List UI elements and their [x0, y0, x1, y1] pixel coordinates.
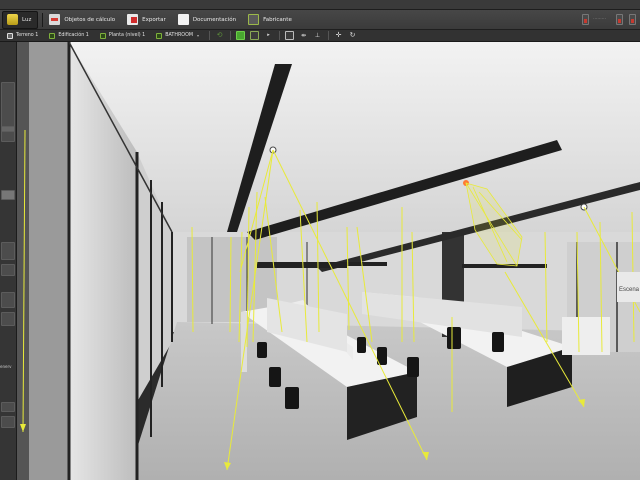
ribbon-separator [42, 12, 44, 27]
left-panel-button[interactable] [1, 292, 15, 308]
building-icon [49, 32, 56, 39]
manufacturer-icon [248, 14, 260, 25]
scroll-handle[interactable] [1, 126, 15, 132]
left-panel-label: enerv [0, 364, 12, 369]
shelf-unit [562, 317, 610, 355]
light-icon [7, 14, 18, 25]
left-panel-button[interactable] [1, 312, 15, 326]
dim-placeholder: ········· [593, 17, 606, 22]
toolbar-separator [328, 31, 330, 40]
breadcrumb-room[interactable]: BATHROOM ▾ [152, 31, 203, 41]
scene-render: Escena [17, 42, 640, 480]
fit-view-icon[interactable] [285, 31, 295, 40]
chevron-right-icon[interactable]: ▸ [264, 31, 273, 40]
room-icon [156, 32, 163, 39]
documentation-icon [177, 14, 189, 25]
tab-objetos-de-calculo[interactable]: Objetos de cálculo [45, 11, 121, 29]
chevron-down-icon[interactable]: ▾ [197, 33, 199, 38]
view-plan-button[interactable] [250, 31, 260, 40]
tab-objetos-label: Objetos de cálculo [64, 16, 116, 23]
breadcrumb-edificacion[interactable]: Edificación 1 [45, 31, 93, 41]
title-strip [0, 0, 640, 10]
left-panel-button[interactable] [1, 416, 15, 428]
tab-luz[interactable]: Luz [2, 10, 39, 29]
left-panel-button[interactable] [1, 264, 15, 276]
scene-label: Escena [619, 287, 640, 293]
toolbar-separator [230, 31, 232, 40]
luminaire-icon[interactable] [616, 14, 623, 25]
pencil-icon[interactable] [1, 402, 15, 412]
tab-documentacion[interactable]: Documentación [174, 11, 242, 29]
3d-viewport[interactable]: Escena [17, 42, 640, 480]
tab-fabricante[interactable]: Fabricante [244, 11, 298, 29]
undo-view-icon[interactable]: ⟲ [215, 31, 224, 40]
site-icon [7, 32, 13, 39]
pendant-luminaire [257, 265, 347, 268]
toolbar-separator [279, 31, 281, 40]
tab-exportar[interactable]: Exportar [123, 11, 172, 29]
floor-icon [99, 32, 106, 39]
tab-documentacion-label: Documentación [192, 16, 237, 23]
tab-exportar-label: Exportar [142, 16, 166, 23]
breadcrumb-room-label: BATHROOM [165, 33, 193, 38]
navigation-toolbar: Terreno 1 Edificación 1 Planta (nivel) 1… [0, 30, 640, 42]
app-window: Luz Objetos de cálculo Exportar Document… [0, 0, 640, 480]
breadcrumb-terreno-label: Terreno 1 [16, 33, 39, 38]
ribbon-right-tools: ········· [576, 10, 640, 30]
tab-luz-label: Luz [22, 16, 32, 23]
toolbar-separator [209, 31, 211, 40]
luminaire-small-icon[interactable] [582, 14, 590, 25]
measure-icon[interactable]: ⊥ [313, 31, 322, 40]
dimension-icon[interactable]: ⇹ [299, 31, 308, 40]
rotate-icon[interactable]: ↻ [348, 31, 357, 40]
stack-icon[interactable] [1, 190, 15, 200]
tab-fabricante-label: Fabricante [263, 16, 292, 23]
left-tool-panel: enerv [0, 42, 17, 480]
breadcrumb-planta-label: Planta (nivel) 1 [108, 33, 146, 38]
left-panel-block [1, 82, 15, 142]
left-panel-button[interactable] [1, 242, 15, 260]
breadcrumb-edificacion-label: Edificación 1 [58, 33, 89, 38]
export-icon [127, 14, 139, 25]
view-3d-button[interactable] [236, 31, 246, 40]
luminaire-group-icon[interactable] [629, 14, 636, 25]
move-icon[interactable]: ✛ [334, 31, 343, 40]
breadcrumb-terreno[interactable]: Terreno 1 [3, 31, 42, 41]
calc-objects-icon [49, 14, 61, 25]
main-ribbon: Luz Objetos de cálculo Exportar Document… [0, 10, 640, 30]
breadcrumb-planta[interactable]: Planta (nivel) 1 [96, 31, 149, 41]
